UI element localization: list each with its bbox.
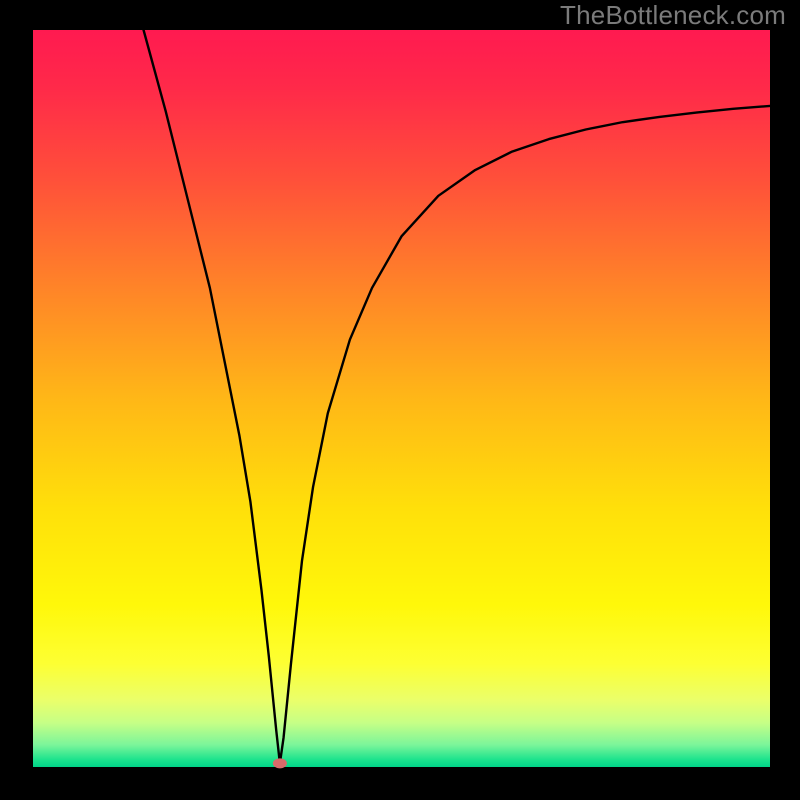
chart-plot-area: [33, 30, 770, 767]
chart-container: TheBottleneck.com: [0, 0, 800, 800]
watermark: TheBottleneck.com: [560, 0, 786, 31]
chart-marker: [273, 758, 287, 768]
chart-svg: [0, 0, 800, 800]
